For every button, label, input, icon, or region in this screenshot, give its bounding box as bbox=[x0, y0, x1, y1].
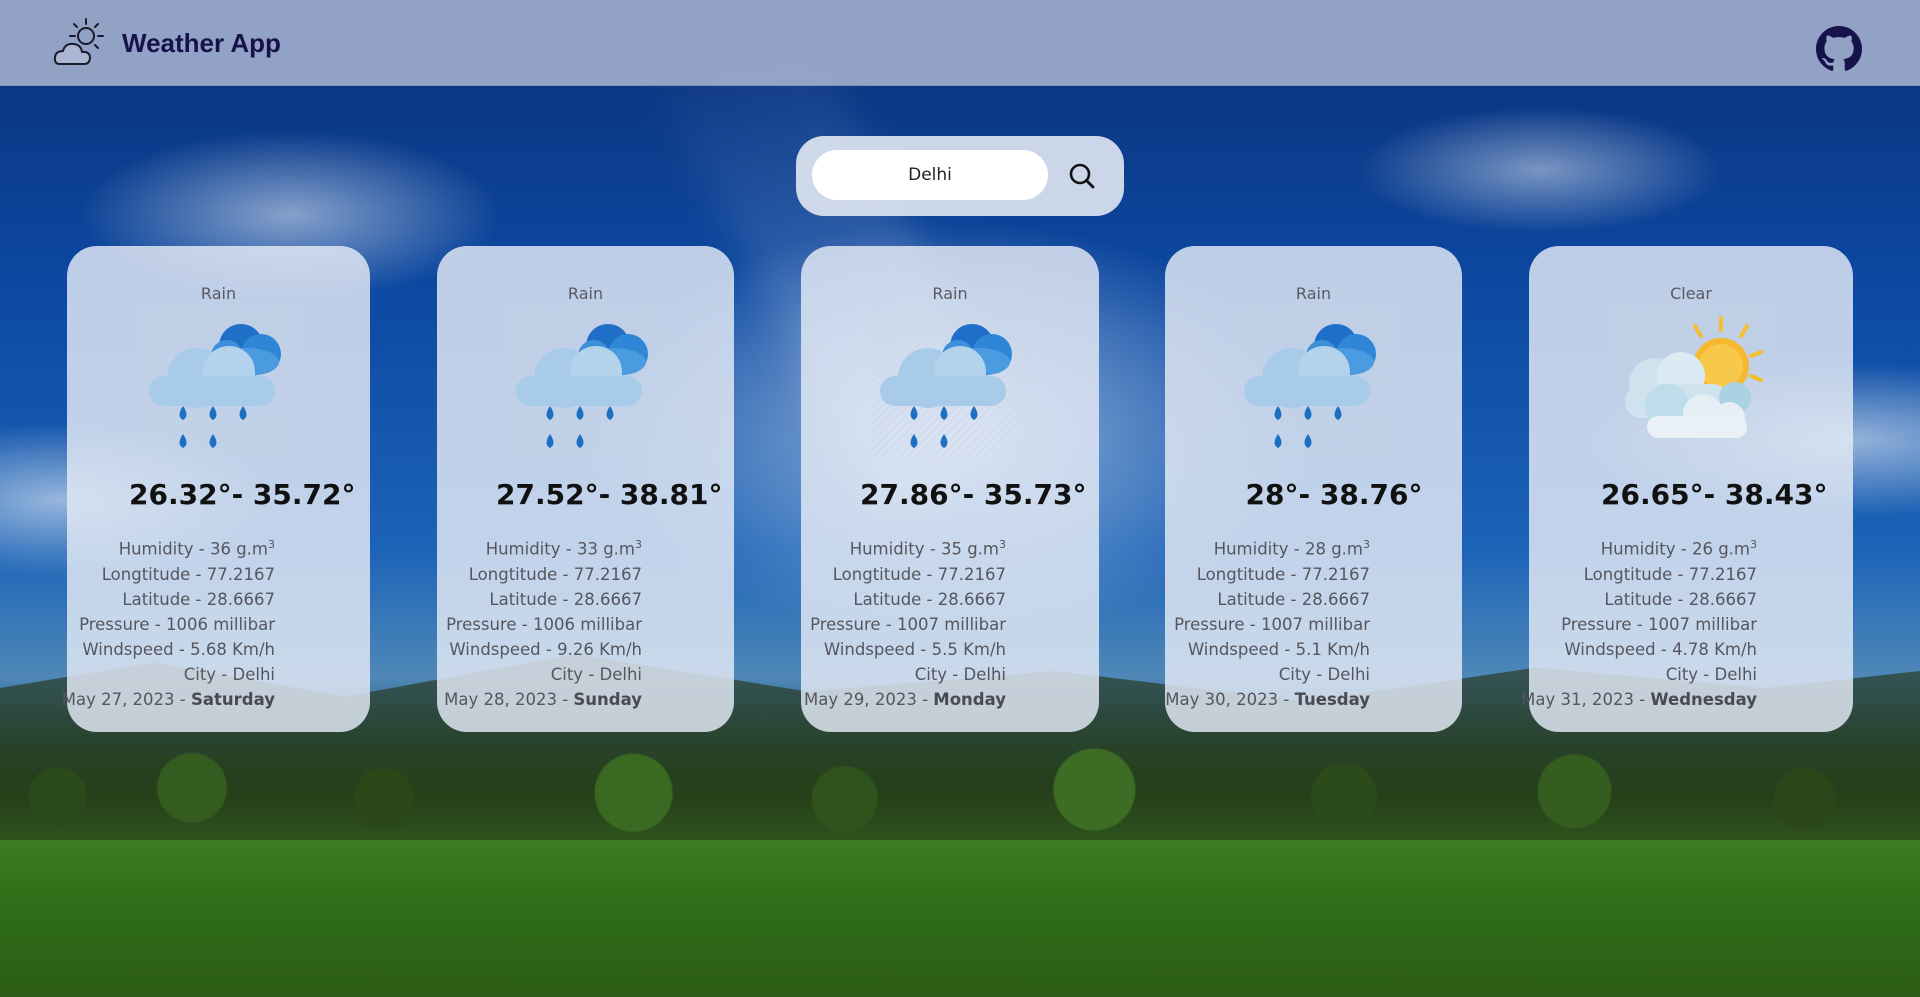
forecast-card: Rain 26.32°- 35.72° Humidity - 36 g.m3 Lon… bbox=[62, 246, 370, 732]
longitude-row: Longtitude - 77.2167 bbox=[468, 564, 642, 584]
longitude-row: Longtitude - 77.2167 bbox=[1196, 564, 1370, 584]
weather-icon bbox=[1611, 306, 1771, 458]
windspeed-row: Windspeed - 5.5 Km/h bbox=[823, 639, 1006, 659]
weather-condition: Clear bbox=[1670, 284, 1712, 303]
search-bar bbox=[796, 136, 1124, 216]
pressure-row: Pressure - 1007 millibar bbox=[1561, 614, 1757, 634]
city-row: City - Delhi bbox=[914, 664, 1006, 684]
search-icon bbox=[1069, 163, 1095, 189]
day-name: Tuesday bbox=[1294, 689, 1370, 709]
latitude-row: Latitude - 28.6667 bbox=[853, 589, 1006, 609]
weather-condition: Rain bbox=[932, 284, 968, 303]
longitude-row: Longtitude - 77.2167 bbox=[832, 564, 1006, 584]
rain-cloud-icon bbox=[516, 324, 648, 448]
forecast-card: Rain 27.52°- 38.81° Humidity - 33 g.m3 Lon… bbox=[437, 246, 734, 732]
rain-cloud-icon bbox=[149, 324, 281, 448]
forecast-card: Rain 28°- 38.76° Humidity - 28 g.m3 Longti… bbox=[1165, 246, 1462, 732]
weather-icon bbox=[506, 306, 666, 458]
city-row: City - Delhi bbox=[550, 664, 642, 684]
sun-behind-cloud-icon bbox=[53, 18, 104, 65]
search-button[interactable] bbox=[1060, 154, 1104, 198]
latitude-row: Latitude - 28.6667 bbox=[122, 589, 275, 609]
weather-icon bbox=[139, 306, 299, 458]
weather-icon bbox=[1234, 306, 1394, 458]
github-icon[interactable] bbox=[1816, 26, 1862, 72]
date-row: May 31, 2023 - Wednesday bbox=[1521, 689, 1757, 709]
pressure-row: Pressure - 1006 millibar bbox=[446, 614, 642, 634]
date-row: May 29, 2023 - Monday bbox=[804, 689, 1006, 709]
forecast-card: Rain 27.86°- 35.73° Humidity - 35 g.m3 Lon… bbox=[801, 246, 1099, 732]
date-row: May 27, 2023 - Saturday bbox=[61, 689, 275, 709]
weather-condition: Rain bbox=[1295, 284, 1332, 303]
humidity-row: Humidity - 35 g.m3 bbox=[849, 538, 1006, 559]
temperature-range: 26.65°- 38.43° bbox=[1601, 478, 1828, 511]
temperature-range: 26.32°- 35.72° bbox=[129, 478, 356, 511]
pressure-row: Pressure - 1006 millibar bbox=[79, 614, 275, 634]
date-row: May 30, 2023 - Tuesday bbox=[1165, 689, 1370, 709]
windspeed-row: Windspeed - 5.1 Km/h bbox=[1187, 639, 1370, 659]
longitude-row: Longtitude - 77.2167 bbox=[1583, 564, 1757, 584]
weather-details: Humidity - 36 g.m3 Longtitude - 77.2167 La… bbox=[35, 532, 275, 712]
humidity-row: Humidity - 36 g.m3 bbox=[118, 538, 275, 559]
weather-condition: Rain bbox=[567, 284, 604, 303]
humidity-row: Humidity - 26 g.m3 bbox=[1600, 538, 1757, 559]
weather-details: Humidity - 33 g.m3 Longtitude - 77.2167 La… bbox=[402, 532, 642, 712]
city-row: City - Delhi bbox=[183, 664, 275, 684]
weather-icon bbox=[870, 306, 1030, 458]
temperature-range: 27.52°- 38.81° bbox=[496, 478, 723, 511]
sun-behind-clouds-icon bbox=[1625, 316, 1763, 438]
pressure-row: Pressure - 1007 millibar bbox=[810, 614, 1006, 634]
app-header: Weather App bbox=[0, 0, 1920, 86]
forecast-card: Clear 26.65°- 38.43° Humidity - 26 g.m3 Lo… bbox=[1521, 246, 1853, 732]
weather-details: Humidity - 28 g.m3 Longtitude - 77.2167 La… bbox=[1130, 532, 1370, 712]
weather-details: Humidity - 35 g.m3 Longtitude - 77.2167 La… bbox=[766, 532, 1006, 712]
humidity-row: Humidity - 33 g.m3 bbox=[485, 538, 642, 559]
longitude-row: Longtitude - 77.2167 bbox=[101, 564, 275, 584]
city-row: City - Delhi bbox=[1665, 664, 1757, 684]
grass-field bbox=[0, 840, 1920, 997]
city-row: City - Delhi bbox=[1278, 664, 1370, 684]
rain-cloud-icon bbox=[1244, 324, 1376, 448]
day-name: Monday bbox=[933, 689, 1006, 709]
humidity-row: Humidity - 28 g.m3 bbox=[1213, 538, 1370, 559]
temperature-range: 28°- 38.76° bbox=[1245, 478, 1423, 511]
weather-condition: Rain bbox=[200, 284, 237, 303]
latitude-row: Latitude - 28.6667 bbox=[489, 589, 642, 609]
windspeed-row: Windspeed - 5.68 Km/h bbox=[82, 639, 275, 659]
day-name: Sunday bbox=[573, 689, 642, 709]
search-input[interactable] bbox=[812, 150, 1048, 200]
latitude-row: Latitude - 28.6667 bbox=[1217, 589, 1370, 609]
weather-details: Humidity - 26 g.m3 Longtitude - 77.2167 La… bbox=[1517, 532, 1757, 712]
day-name: Wednesday bbox=[1650, 689, 1757, 709]
rain-cloud-icon bbox=[880, 324, 1012, 448]
app-title: Weather App bbox=[122, 28, 281, 58]
pressure-row: Pressure - 1007 millibar bbox=[1174, 614, 1370, 634]
windspeed-row: Windspeed - 9.26 Km/h bbox=[449, 639, 642, 659]
windspeed-row: Windspeed - 4.78 Km/h bbox=[1564, 639, 1757, 659]
latitude-row: Latitude - 28.6667 bbox=[1604, 589, 1757, 609]
day-name: Saturday bbox=[191, 689, 275, 709]
temperature-range: 27.86°- 35.73° bbox=[860, 478, 1087, 511]
date-row: May 28, 2023 - Sunday bbox=[444, 689, 642, 709]
